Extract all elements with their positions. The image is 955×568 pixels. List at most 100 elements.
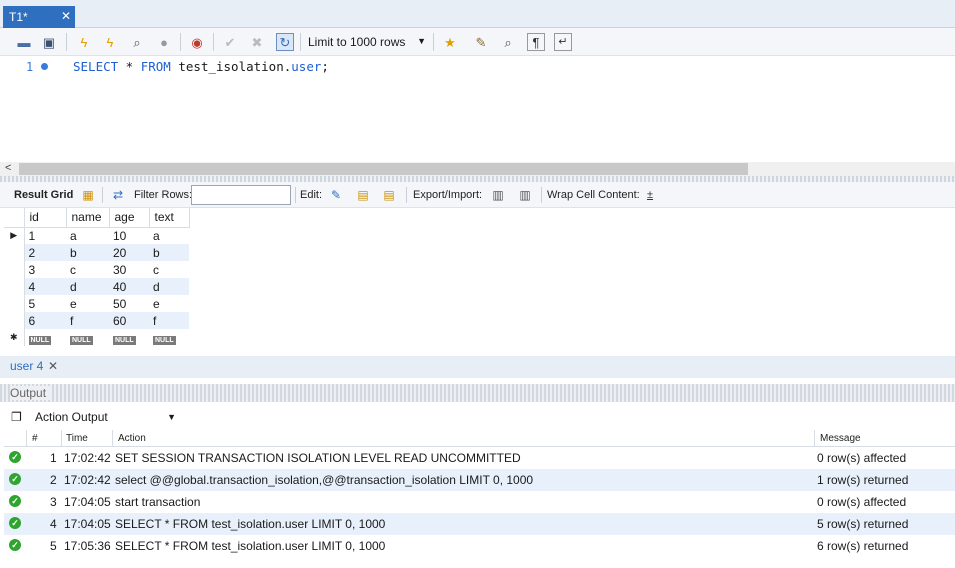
code-schema: test_isolation. [170,59,292,74]
wrap-cell-toggle-icon[interactable]: ± [642,187,658,203]
cell-id[interactable]: 6 [24,312,66,329]
invisible-chars-icon[interactable]: ¶ [527,33,545,51]
cell-text-null[interactable]: NULL [149,329,189,346]
output-action: start transaction [115,495,201,509]
cell-text[interactable]: d [149,278,189,295]
explain-magnifier-icon[interactable]: ⌕ [128,33,146,51]
add-snippet-star-icon[interactable]: ★ [441,33,459,51]
tab-user-4[interactable]: user 4 [10,359,43,373]
close-result-tab-icon[interactable]: ✕ [48,359,58,373]
scrollbar-thumb[interactable] [19,163,748,175]
table-row[interactable]: 6 f 60 f [4,312,189,329]
beautify-broom-icon[interactable]: ✎ [472,33,490,51]
table-row[interactable]: ▶ 1 a 10 a [4,227,189,244]
cell-age[interactable]: 40 [109,278,149,295]
list-item[interactable]: ✓ 3 17:04:05 start transaction 0 row(s) … [4,491,955,513]
tab-t1[interactable]: T1* ✕ [3,6,75,28]
success-check-icon: ✓ [9,473,21,485]
keyword-select: SELECT [73,59,119,74]
cell-name[interactable]: a [66,227,109,244]
cell-id[interactable]: 5 [24,295,66,312]
editor-horizontal-scrollbar[interactable]: < [0,162,955,176]
autocommit-toggle-icon[interactable]: ↻ [276,33,294,51]
commit-check-icon[interactable]: ✔ [221,33,239,51]
close-tab-icon[interactable]: ✕ [61,9,71,23]
row-indicator [4,244,25,261]
filter-rows-input[interactable] [191,185,291,205]
cell-age[interactable]: 60 [109,312,149,329]
cell-name[interactable]: e [66,295,109,312]
cell-age[interactable]: 30 [109,261,149,278]
cell-text[interactable]: a [149,227,189,244]
list-item[interactable]: ✓ 4 17:04:05 SELECT * FROM test_isolatio… [4,513,955,535]
cell-name[interactable]: b [66,244,109,261]
table-row[interactable]: 3 c 30 c [4,261,189,278]
scroll-left-arrow-icon[interactable]: < [5,162,11,174]
cell-id[interactable]: 2 [24,244,66,261]
edit-row-icon[interactable]: ✎ [328,187,344,203]
result-grid-label[interactable]: Result Grid [14,189,73,201]
column-header-text[interactable]: text [149,208,190,228]
table-row[interactable]: 5 e 50 e [4,295,189,312]
output-message: 0 row(s) affected [817,495,907,509]
toolbar-separator [180,33,181,51]
execute-lightning-icon[interactable]: ϟ [75,33,93,51]
output-message: 6 row(s) returned [817,539,909,553]
cell-name[interactable]: c [66,261,109,278]
list-item[interactable]: ✓ 2 17:02:42 select @@global.transaction… [4,469,955,491]
cell-id[interactable]: 1 [24,227,66,244]
delete-row-icon[interactable]: ▤ [381,187,397,203]
new-row[interactable]: ✱ NULL NULL NULL NULL [4,329,189,346]
cell-age-null[interactable]: NULL [109,329,149,346]
column-header-id[interactable]: id [24,208,67,228]
import-icon[interactable]: ▥ [517,187,533,203]
cell-text[interactable]: f [149,312,189,329]
null-badge: NULL [70,335,93,345]
cell-id-null[interactable]: NULL [24,329,66,346]
null-badge: NULL [28,335,52,345]
grid-view-icon[interactable]: ▦ [80,187,96,203]
cell-id[interactable]: 4 [24,278,66,295]
copy-icon[interactable]: ❐ [11,410,22,424]
sql-code-line[interactable]: SELECT * FROM test_isolation.user; [73,59,329,74]
output-time: 17:04:05 [64,517,111,531]
find-magnifier-icon[interactable]: ⌕ [499,33,517,51]
column-header-name[interactable]: name [66,208,110,228]
cell-name[interactable]: d [66,278,109,295]
cell-age[interactable]: 50 [109,295,149,312]
list-item[interactable]: ✓ 1 17:02:42 SET SESSION TRANSACTION ISO… [4,447,955,469]
cell-age[interactable]: 20 [109,244,149,261]
cell-name-null[interactable]: NULL [66,329,109,346]
add-row-icon[interactable]: ▤ [355,187,371,203]
open-folder-icon[interactable]: ▬ [15,33,33,51]
word-wrap-icon[interactable]: ↵ [554,33,572,51]
cell-name[interactable]: f [66,312,109,329]
list-item[interactable]: ✓ 5 17:05:36 SELECT * FROM test_isolatio… [4,535,955,557]
cell-id[interactable]: 3 [24,261,66,278]
stop-icon[interactable]: ● [155,33,173,51]
keyword-from: FROM [140,59,171,74]
limit-rows-select[interactable]: Limit to 1000 rows ▼ [302,32,430,52]
output-action: SET SESSION TRANSACTION ISOLATION LEVEL … [115,451,521,465]
sql-editor[interactable]: 1 SELECT * FROM test_isolation.user; [0,56,955,162]
table-row[interactable]: 4 d 40 d [4,278,189,295]
refresh-icon[interactable]: ⇄ [110,187,126,203]
cell-age[interactable]: 10 [109,227,149,244]
output-message: 5 row(s) returned [817,517,909,531]
save-icon[interactable]: ▣ [40,33,58,51]
rollback-cancel-icon[interactable]: ✖ [248,33,266,51]
output-time: 17:04:05 [64,495,111,509]
output-header-row: # Time Action Message [4,430,955,447]
execute-current-lightning-icon[interactable]: ϟ [101,33,119,51]
table-row[interactable]: 2 b 20 b [4,244,189,261]
output-action: SELECT * FROM test_isolation.user LIMIT … [115,517,386,531]
cell-text[interactable]: e [149,295,189,312]
output-time: 17:02:42 [64,473,111,487]
export-icon[interactable]: ▥ [490,187,506,203]
cell-text[interactable]: b [149,244,189,261]
cell-text[interactable]: c [149,261,189,278]
toggle-error-icon[interactable]: ◉ [188,33,206,51]
header-num: # [32,433,38,444]
output-type-select[interactable]: Action Output ▼ [30,408,180,427]
column-header-age[interactable]: age [109,208,150,228]
